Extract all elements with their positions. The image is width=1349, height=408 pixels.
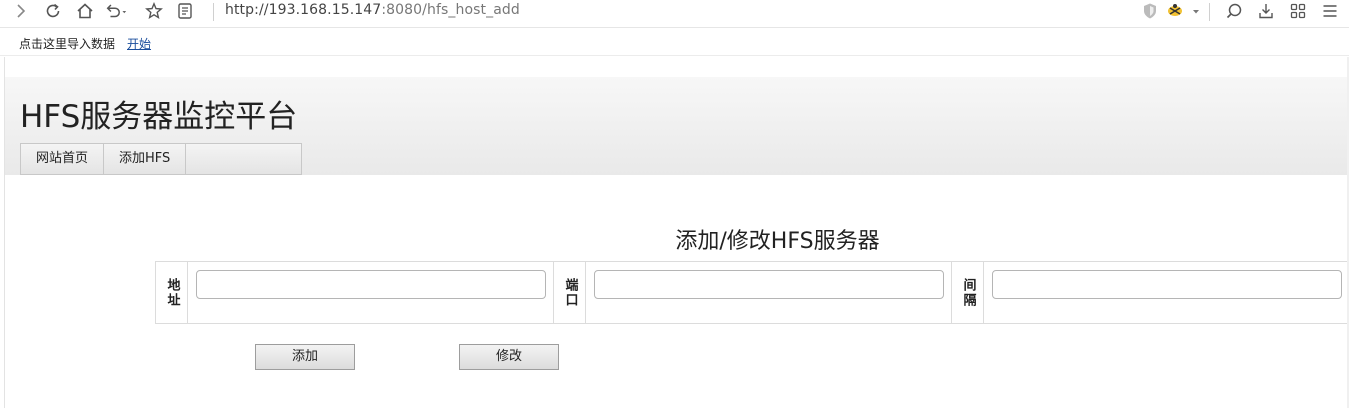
address-bar[interactable]: http://193.168.15.147:8080/hfs_host_add (225, 2, 520, 18)
add-button[interactable]: 添加 (255, 344, 355, 370)
url-divider (213, 3, 214, 21)
toolbar-divider (1209, 3, 1210, 21)
chevron-down-icon[interactable] (1188, 0, 1204, 22)
download-icon[interactable] (1254, 0, 1278, 22)
bookmarks-bar: 点击这里导入数据 开始 (0, 29, 1349, 56)
shield-icon[interactable] (1138, 0, 1162, 22)
reader-icon[interactable] (173, 0, 197, 22)
forward-icon[interactable] (9, 0, 33, 22)
reload-icon[interactable] (41, 0, 65, 22)
interval-cell (984, 262, 1349, 323)
address-input[interactable] (196, 270, 546, 299)
undo-icon[interactable] (104, 0, 128, 22)
url-path: :8080/hfs_host_add (381, 2, 520, 18)
nav-item-add-hfs[interactable]: 添加HFS (104, 144, 187, 174)
nav-item-home[interactable]: 网站首页 (21, 144, 105, 174)
apps-icon[interactable] (1286, 0, 1310, 22)
home-icon[interactable] (73, 0, 97, 22)
address-cell (188, 262, 554, 323)
import-bookmarks-link[interactable]: 点击这里导入数据 (19, 35, 115, 52)
browser-toolbar: http://193.168.15.147:8080/hfs_host_add (0, 0, 1349, 28)
star-icon[interactable] (142, 0, 166, 22)
site-title: HFS服务器监控平台 (20, 99, 298, 135)
interval-input[interactable] (992, 270, 1342, 299)
main-nav: 网站首页 添加HFS (20, 143, 303, 175)
interval-label: 间隔 (952, 262, 984, 323)
search-icon[interactable] (1222, 0, 1246, 22)
form-title: 添加/修改HFS服务器 (675, 229, 880, 254)
menu-icon[interactable] (1318, 0, 1342, 22)
port-input[interactable] (594, 270, 944, 299)
site-header: HFS服务器监控平台 网站首页 添加HFS (5, 77, 1349, 175)
port-label: 端口 (554, 262, 586, 323)
start-link[interactable]: 开始 (127, 35, 151, 52)
page-content: HFS服务器监控平台 网站首页 添加HFS 添加/修改HFS服务器 地址 端口 … (4, 57, 1349, 408)
nav-item-empty[interactable] (186, 144, 301, 174)
address-label: 地址 (156, 262, 188, 323)
server-form: 地址 端口 间隔 (155, 261, 1349, 324)
url-host: http://193.168.15.147 (225, 2, 382, 18)
extension-icon[interactable] (1164, 0, 1188, 22)
edit-button[interactable]: 修改 (459, 344, 559, 370)
port-cell (586, 262, 952, 323)
